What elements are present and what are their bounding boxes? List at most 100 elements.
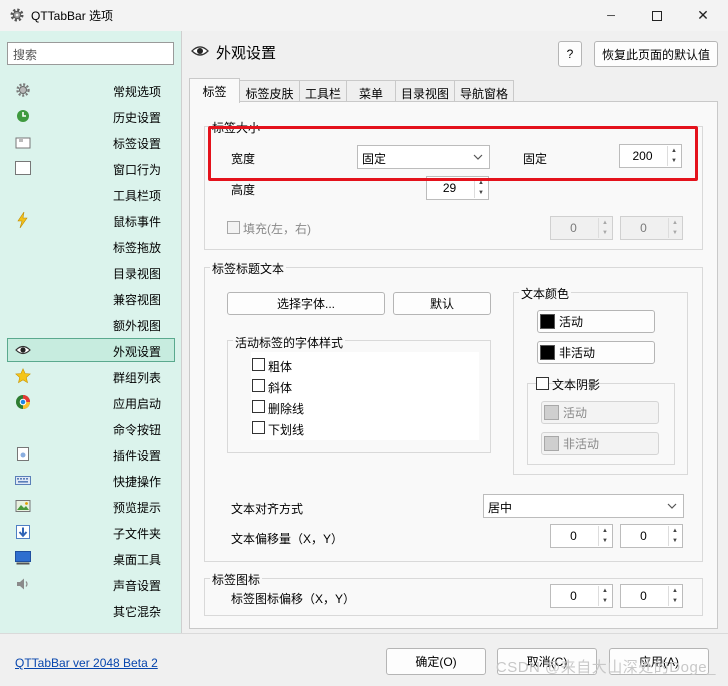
help-button[interactable]: ? [558,41,582,67]
chevron-down-icon[interactable]: ▼ [599,596,611,606]
chevron-up-icon[interactable]: ▲ [599,526,611,536]
sidebar-item-subfolder[interactable]: 子文件夹 [7,520,175,544]
stepper-buttons[interactable]: ▲ ▼ [598,526,611,546]
underline-checkbox[interactable] [252,421,265,434]
restore-defaults-button[interactable]: 恢复此页面的默认值 [594,41,718,67]
icon-offset-x-value: 0 [570,589,577,603]
sidebar-item-window[interactable]: 窗口行为 [7,156,175,180]
chevron-up-icon[interactable]: ▲ [669,218,681,228]
sidebar-item-compat-view[interactable]: 兼容视图 [7,286,175,310]
sidebar-item-appearance[interactable]: 外观设置 [7,338,175,362]
icon-offset-y-stepper[interactable]: 0 ▲ ▼ [620,584,683,608]
fill-checkbox[interactable] [227,221,240,234]
stepper-buttons[interactable]: ▲ ▼ [668,526,681,546]
maximize-button[interactable] [634,0,680,31]
width-mode-value: 固定 [362,152,387,166]
sidebar-item-mouse[interactable]: 鼠标事件 [7,208,175,232]
italic-checkbox[interactable] [252,379,265,392]
ok-button[interactable]: 确定(O) [386,648,486,675]
bold-checkbox[interactable] [252,358,265,371]
close-button[interactable]: ✕ [680,0,726,31]
sidebar-item-general[interactable]: 常规选项 [7,78,175,102]
text-align-label: 文本对齐方式 [231,502,304,516]
stepper-buttons[interactable]: ▲ ▼ [667,146,680,166]
title-text-title: 标签标题文本 [210,260,287,277]
chevron-up-icon[interactable]: ▲ [669,586,681,596]
strikethrough-checkbox[interactable] [252,400,265,413]
sidebar-item-desktop-tools[interactable]: 桌面工具 [7,546,175,570]
sidebar-item-group-list[interactable]: 群组列表 [7,364,175,388]
sidebar-item-plugins[interactable]: 插件设置 [7,442,175,466]
sidebar-item-toolbar[interactable]: 工具栏项 [7,182,175,206]
chevron-down-icon[interactable]: ▼ [599,228,611,238]
sidebar-item-command-button[interactable]: 命令按钮 [7,416,175,440]
stepper-buttons[interactable]: ▲ ▼ [668,586,681,606]
sidebar-item-tabs[interactable]: 标签设置 [7,130,175,154]
chevron-up-icon[interactable]: ▲ [475,178,487,188]
chevron-down-icon[interactable]: ▼ [599,536,611,546]
fill-right-value: 0 [640,221,647,235]
height-value: 29 [442,181,457,195]
sidebar-item-directory-view[interactable]: 目录视图 [7,260,175,284]
eye-icon [191,46,209,56]
fill-left-stepper[interactable]: 0 ▲ ▼ [550,216,613,240]
chevron-down-icon[interactable]: ▼ [669,536,681,546]
tab-nav-pane[interactable]: 导航窗格 [454,80,514,102]
default-font-button[interactable]: 默认 [393,292,491,315]
stepper-buttons[interactable]: ▲ ▼ [668,218,681,238]
text-shadow-checkbox[interactable] [536,377,549,390]
footer: QTTabBar ver 2048 Beta 2 确定(O) 取消(C) 应用(… [0,633,728,686]
text-offset-x-value: 0 [570,529,577,543]
chevron-up-icon[interactable]: ▲ [668,146,680,156]
sidebar-item-app-launch[interactable]: 应用启动 [7,390,175,414]
tab-tabs[interactable]: 标签 [189,78,240,103]
inactive-color-button[interactable]: 非活动 [537,341,655,364]
tab-toolbar[interactable]: 工具栏 [299,80,347,102]
width-label: 宽度 [231,152,256,166]
tab-size-title: 标签大小 [210,119,263,136]
tab-directory-view[interactable]: 目录视图 [395,80,455,102]
sidebar-item-extra-view[interactable]: 额外视图 [7,312,175,336]
stepper-buttons[interactable]: ▲ ▼ [598,218,611,238]
text-offset-y-stepper[interactable]: 0 ▲ ▼ [620,524,683,548]
height-stepper[interactable]: 29 ▲ ▼ [426,176,489,200]
window-icon [15,161,31,175]
fixed-label: 固定 [523,152,548,166]
search-input[interactable]: 搜索 [7,42,174,65]
shadow-active-color-button[interactable]: 活动 [541,401,659,424]
sidebar-item-shortcuts[interactable]: 快捷操作 [7,468,175,492]
fill-right-stepper[interactable]: 0 ▲ ▼ [620,216,683,240]
chevron-down-icon[interactable]: ▼ [669,228,681,238]
shadow-inactive-color-button[interactable]: 非活动 [541,432,659,455]
chevron-down-icon[interactable]: ▼ [669,596,681,606]
fixed-width-value: 200 [632,149,653,163]
stepper-buttons[interactable]: ▲ ▼ [598,586,611,606]
sidebar-item-preview[interactable]: 预览提示 [7,494,175,518]
text-align-select[interactable]: 居中 [483,494,684,518]
version-link[interactable]: QTTabBar ver 2048 Beta 2 [15,656,158,670]
width-mode-select[interactable]: 固定 [357,145,490,169]
sidebar-item-misc[interactable]: 其它混杂 [7,598,175,622]
stepper-buttons[interactable]: ▲ ▼ [474,178,487,198]
icon-offset-x-stepper[interactable]: 0 ▲ ▼ [550,584,613,608]
italic-label: 斜体 [268,381,293,395]
minimize-button[interactable]: ─ [588,0,634,31]
color-swatch [540,345,555,360]
chevron-down-icon[interactable]: ▼ [668,156,680,166]
active-color-button[interactable]: 活动 [537,310,655,333]
tab-icon-title: 标签图标 [210,571,263,588]
sidebar-item-drag-drop[interactable]: 标签拖放 [7,234,175,258]
tab-menu[interactable]: 菜单 [346,80,396,102]
chevron-up-icon[interactable]: ▲ [599,586,611,596]
fixed-width-stepper[interactable]: 200 ▲ ▼ [619,144,682,168]
chevron-up-icon[interactable]: ▲ [599,218,611,228]
bold-label: 粗体 [268,360,293,374]
chevron-up-icon[interactable]: ▲ [669,526,681,536]
choose-font-button[interactable]: 选择字体... [227,292,385,315]
chevron-down-icon[interactable]: ▼ [475,188,487,198]
tab-tab-skin[interactable]: 标签皮肤 [239,80,300,102]
text-offset-x-stepper[interactable]: 0 ▲ ▼ [550,524,613,548]
sidebar-item-sound[interactable]: 声音设置 [7,572,175,596]
sidebar-item-history[interactable]: 历史设置 [7,104,175,128]
maximize-icon [652,10,662,21]
